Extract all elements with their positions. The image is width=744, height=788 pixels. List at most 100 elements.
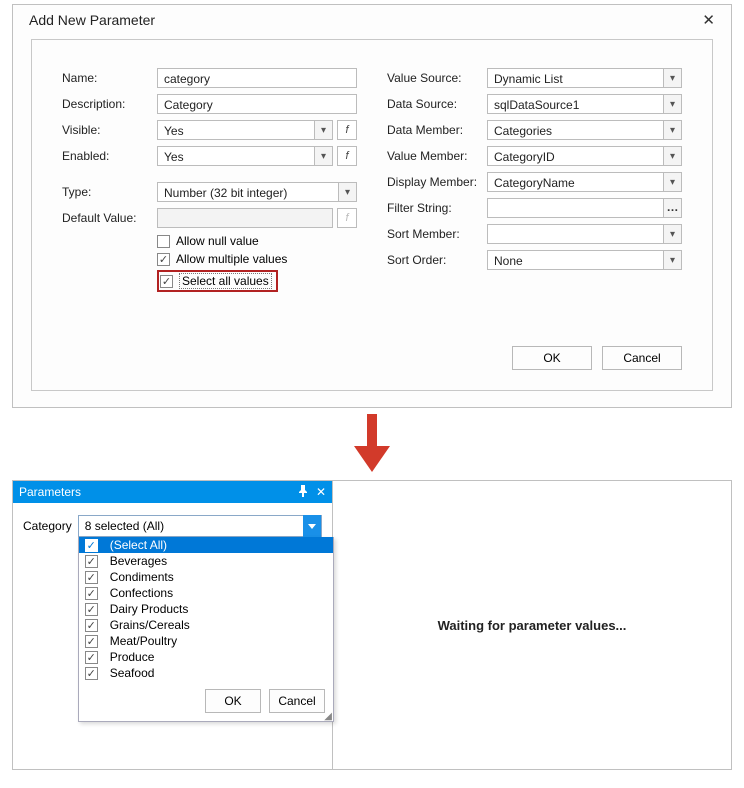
filter-string-label: Filter String:: [387, 201, 487, 215]
select-all-checkbox[interactable]: ✓: [160, 275, 173, 288]
value-member-dropdown[interactable]: CategoryID ▾: [487, 146, 682, 166]
filter-string-value[interactable]: [487, 198, 664, 218]
display-member-label: Display Member:: [387, 175, 487, 189]
parameters-pane: Parameters ✕ Category 8 selected (All): [13, 481, 333, 769]
option-checkbox[interactable]: ✓: [85, 555, 98, 568]
category-dropdown[interactable]: 8 selected (All): [78, 515, 322, 537]
category-label: Category: [23, 519, 72, 533]
dialog-title: Add New Parameter: [29, 12, 155, 28]
option-checkbox[interactable]: ✓: [85, 635, 98, 648]
enabled-label: Enabled:: [62, 149, 157, 163]
option-label: Confections: [110, 586, 173, 600]
option-checkbox[interactable]: ✓: [85, 651, 98, 664]
close-icon[interactable]: ✕: [696, 11, 721, 29]
type-dropdown[interactable]: Number (32 bit integer) ▾: [157, 182, 357, 202]
option-checkbox[interactable]: ✓: [85, 587, 98, 600]
enabled-value: Yes: [157, 146, 315, 166]
allow-multiple-checkbox[interactable]: ✓: [157, 253, 170, 266]
chevron-down-icon[interactable]: ▾: [664, 120, 682, 140]
category-selected-text: 8 selected (All): [85, 519, 164, 533]
option-checkbox[interactable]: ✓: [85, 619, 98, 632]
chevron-down-icon[interactable]: ▾: [664, 250, 682, 270]
option-checkbox[interactable]: ✓: [85, 667, 98, 680]
data-member-label: Data Member:: [387, 123, 487, 137]
cancel-button[interactable]: Cancel: [602, 346, 682, 370]
chevron-down-icon[interactable]: ▾: [664, 172, 682, 192]
add-parameter-dialog: Add New Parameter ✕ Name: category Descr…: [12, 4, 732, 408]
display-member-value: CategoryName: [487, 172, 664, 192]
sort-member-dropdown[interactable]: ▾: [487, 224, 682, 244]
ellipsis-button[interactable]: …: [664, 198, 682, 218]
arrow-down-icon: [352, 414, 392, 474]
expression-button[interactable]: f: [337, 120, 357, 140]
chevron-down-icon[interactable]: ▾: [315, 146, 333, 166]
value-source-value: Dynamic List: [487, 68, 664, 88]
category-option[interactable]: ✓Beverages: [79, 553, 333, 569]
close-icon[interactable]: ✕: [316, 485, 326, 499]
sort-order-dropdown[interactable]: None ▾: [487, 250, 682, 270]
sort-member-value: [487, 224, 664, 244]
chevron-down-icon[interactable]: ▾: [664, 146, 682, 166]
visible-dropdown[interactable]: Yes ▾: [157, 120, 333, 140]
ok-button[interactable]: OK: [512, 346, 592, 370]
category-option[interactable]: ✓ (Select All): [79, 537, 333, 553]
enabled-dropdown[interactable]: Yes ▾: [157, 146, 333, 166]
type-value: Number (32 bit integer): [157, 182, 339, 202]
data-source-dropdown[interactable]: sqlDataSource1 ▾: [487, 94, 682, 114]
option-label: (Select All): [110, 538, 167, 552]
preview-pane: Waiting for parameter values...: [333, 481, 731, 769]
default-value-input: [157, 208, 333, 228]
description-input[interactable]: Category: [157, 94, 357, 114]
chevron-down-icon[interactable]: ▾: [664, 68, 682, 88]
option-checkbox[interactable]: ✓: [85, 539, 98, 552]
chevron-down-icon[interactable]: ▾: [339, 182, 357, 202]
data-member-value: Categories: [487, 120, 664, 140]
chevron-down-icon[interactable]: ▾: [664, 224, 682, 244]
expression-button-disabled: f: [337, 208, 357, 228]
sort-order-label: Sort Order:: [387, 253, 487, 267]
option-label: Meat/Poultry: [110, 634, 177, 648]
type-label: Type:: [62, 185, 157, 199]
option-checkbox[interactable]: ✓: [85, 571, 98, 584]
expression-button[interactable]: f: [337, 146, 357, 166]
visible-value: Yes: [157, 120, 315, 140]
category-option[interactable]: ✓Seafood: [79, 665, 333, 681]
category-dropdown-popup: ✓(Select All)✓Beverages✓Condiments✓Confe…: [78, 537, 334, 722]
popup-cancel-button[interactable]: Cancel: [269, 689, 325, 713]
value-source-dropdown[interactable]: Dynamic List ▾: [487, 68, 682, 88]
value-source-label: Value Source:: [387, 71, 487, 85]
data-source-label: Data Source:: [387, 97, 487, 111]
result-panel: Parameters ✕ Category 8 selected (All): [12, 480, 732, 770]
allow-null-label: Allow null value: [176, 234, 259, 248]
data-member-dropdown[interactable]: Categories ▾: [487, 120, 682, 140]
category-option[interactable]: ✓ Dairy Products: [79, 601, 333, 617]
category-option[interactable]: ✓ Confections: [79, 585, 333, 601]
sort-order-value: None: [487, 250, 664, 270]
category-option[interactable]: ✓ Meat/Poultry: [79, 633, 333, 649]
select-all-label: Select all values: [179, 273, 272, 289]
waiting-text: Waiting for parameter values...: [438, 618, 627, 633]
category-option[interactable]: ✓ Produce: [79, 649, 333, 665]
option-label: Grains/Cereals: [110, 618, 190, 632]
category-option[interactable]: ✓Condiments: [79, 569, 333, 585]
name-label: Name:: [62, 71, 157, 85]
chevron-down-icon[interactable]: ▾: [664, 94, 682, 114]
category-option[interactable]: ✓ Grains/Cereals: [79, 617, 333, 633]
display-member-dropdown[interactable]: CategoryName ▾: [487, 172, 682, 192]
left-column: Name: category Description: Category Vis…: [62, 68, 357, 296]
name-input[interactable]: category: [157, 68, 357, 88]
allow-null-checkbox[interactable]: [157, 235, 170, 248]
chevron-down-icon[interactable]: [303, 515, 321, 537]
pin-icon[interactable]: [298, 485, 308, 497]
value-member-label: Value Member:: [387, 149, 487, 163]
option-label: Dairy Products: [110, 602, 189, 616]
value-member-value: CategoryID: [487, 146, 664, 166]
resize-handle-icon[interactable]: ◢: [324, 714, 332, 720]
popup-ok-button[interactable]: OK: [205, 689, 261, 713]
option-label: Produce: [110, 650, 155, 664]
filter-string-input[interactable]: …: [487, 198, 682, 218]
right-column: Value Source: Dynamic List ▾ Data Source…: [387, 68, 682, 296]
chevron-down-icon[interactable]: ▾: [315, 120, 333, 140]
parameters-title: Parameters: [19, 485, 81, 499]
option-checkbox[interactable]: ✓: [85, 603, 98, 616]
